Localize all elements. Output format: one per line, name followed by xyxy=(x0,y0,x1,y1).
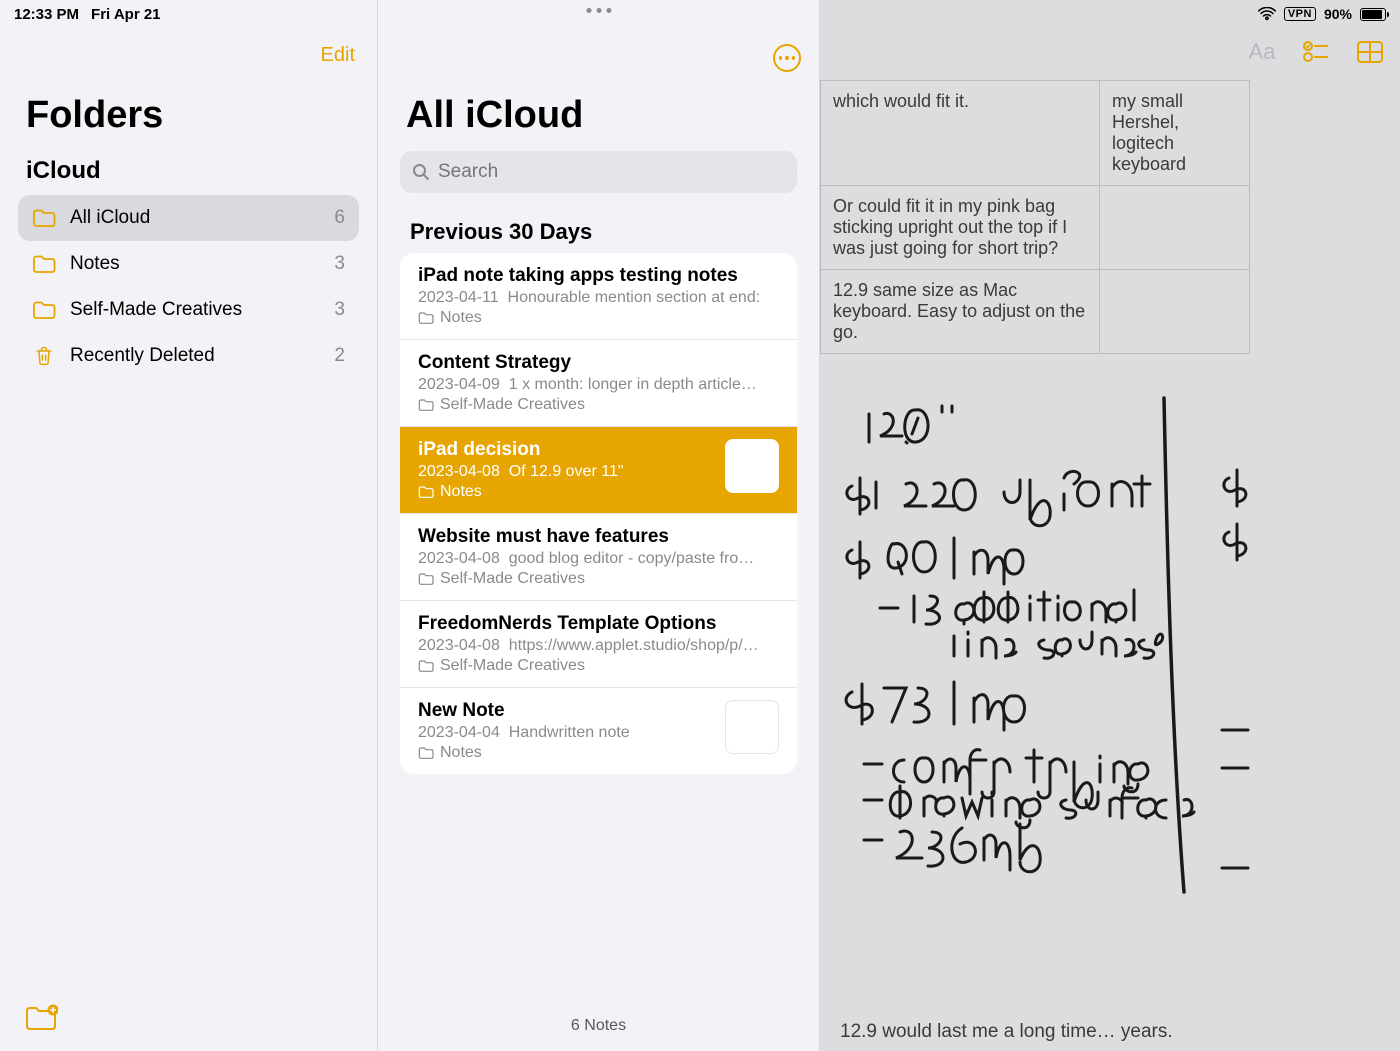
status-date: Fri Apr 21 xyxy=(91,6,160,23)
notes-section-header: Previous 30 Days xyxy=(378,209,819,253)
folder-count: 3 xyxy=(334,253,345,275)
handwriting-area[interactable] xyxy=(834,392,1400,932)
table-row[interactable]: Or could fit it in my pink bag sticking … xyxy=(821,186,1250,270)
status-time: 12:33 PM xyxy=(14,6,79,23)
note-meta: 2023-04-08 https://www.applet.studio/sho… xyxy=(418,637,779,655)
note-item[interactable]: iPad decision 2023-04-08 Of 12.9 over 11"… xyxy=(400,427,797,514)
folder-label: Notes xyxy=(70,253,120,275)
notes-toolbar xyxy=(773,40,801,76)
table-cell[interactable]: Or could fit it in my pink bag sticking … xyxy=(821,186,1100,270)
table-cell[interactable]: 12.9 same size as Mac keyboard. Easy to … xyxy=(821,270,1100,354)
folder-row-recently-deleted[interactable]: Recently Deleted 2 xyxy=(18,333,359,379)
folder-count: 6 xyxy=(334,207,345,229)
note-item[interactable]: New Note 2023-04-04 Handwritten note Notes xyxy=(400,688,797,774)
search-icon xyxy=(412,163,430,181)
wifi-icon xyxy=(1258,7,1276,21)
folder-count: 2 xyxy=(334,345,345,367)
table-cell[interactable] xyxy=(1100,270,1250,354)
status-bar: 12:33 PM Fri Apr 21 VPN 90% xyxy=(0,0,1400,28)
note-meta: 2023-04-08 good blog editor - copy/paste… xyxy=(418,550,779,568)
note-folder: Self-Made Creatives xyxy=(418,570,779,588)
folder-row-notes[interactable]: Notes 3 xyxy=(18,241,359,287)
edit-button[interactable]: Edit xyxy=(321,44,355,67)
folder-label: Self-Made Creatives xyxy=(70,299,242,321)
note-item[interactable]: FreedomNerds Template Options 2023-04-08 … xyxy=(400,601,797,688)
table-cell[interactable]: my small Hershel, logitech keyboard xyxy=(1100,81,1250,186)
note-meta: 2023-04-11 Honourable mention section at… xyxy=(418,289,779,307)
status-left: 12:33 PM Fri Apr 21 xyxy=(14,6,161,23)
folders-panel: Edit Folders iCloud All iCloud6Notes3Sel… xyxy=(0,0,378,1051)
notes-count: 6 Notes xyxy=(378,867,819,1051)
notes-panel: All iCloud Previous 30 Days iPad note ta… xyxy=(378,0,820,1051)
battery-icon xyxy=(1360,8,1386,21)
table-row[interactable]: which would fit it.my small Hershel, log… xyxy=(821,81,1250,186)
folder-icon xyxy=(32,208,56,228)
note-detail-panel: Aa which would fit it.my small Hershel, … xyxy=(820,0,1400,1051)
note-meta: 2023-04-08 Of 12.9 over 11" xyxy=(418,463,715,481)
note-item[interactable]: iPad note taking apps testing notes 2023-… xyxy=(400,253,797,340)
note-title: iPad decision xyxy=(418,439,715,461)
detail-toolbar: Aa xyxy=(1248,40,1384,64)
checklist-button[interactable] xyxy=(1302,40,1330,64)
folder-row-all-icloud[interactable]: All iCloud 6 xyxy=(18,195,359,241)
folder-icon xyxy=(32,254,56,274)
note-table[interactable]: which would fit it.my small Hershel, log… xyxy=(820,80,1250,354)
search-input[interactable] xyxy=(438,161,785,183)
search-field[interactable] xyxy=(400,151,797,193)
folder-icon xyxy=(32,300,56,320)
note-title: Content Strategy xyxy=(418,352,779,374)
folder-count: 3 xyxy=(334,299,345,321)
table-cell[interactable] xyxy=(1100,186,1250,270)
note-title: FreedomNerds Template Options xyxy=(418,613,779,635)
notes-title: All iCloud xyxy=(378,40,819,151)
folder-label: All iCloud xyxy=(70,207,150,229)
note-thumbnail xyxy=(725,439,779,493)
account-label: iCloud xyxy=(0,153,377,195)
note-title: New Note xyxy=(418,700,715,722)
note-meta: 2023-04-09 1 x month: longer in depth ar… xyxy=(418,376,779,394)
trash-icon xyxy=(32,346,56,366)
note-folder: Self-Made Creatives xyxy=(418,396,779,414)
note-footer-text: 12.9 would last me a long time… years. xyxy=(840,1021,1173,1043)
note-title: Website must have features xyxy=(418,526,779,548)
table-row[interactable]: 12.9 same size as Mac keyboard. Easy to … xyxy=(821,270,1250,354)
text-format-button[interactable]: Aa xyxy=(1248,40,1276,64)
table-cell[interactable]: which would fit it. xyxy=(821,81,1100,186)
note-meta: 2023-04-04 Handwritten note xyxy=(418,724,715,742)
note-item[interactable]: Website must have features 2023-04-08 goo… xyxy=(400,514,797,601)
vpn-badge: VPN xyxy=(1284,7,1316,21)
note-thumbnail xyxy=(725,700,779,754)
status-right: VPN 90% xyxy=(1258,6,1386,22)
folder-list: All iCloud 6 Notes 3 Self-Made Creatives 3 Rec… xyxy=(0,195,377,379)
note-item[interactable]: Content Strategy 2023-04-09 1 x month: lo… xyxy=(400,340,797,427)
more-options-button[interactable] xyxy=(773,44,801,72)
note-folder: Self-Made Creatives xyxy=(418,657,779,675)
battery-percent: 90% xyxy=(1324,6,1352,22)
notes-list: iPad note taking apps testing notes 2023-… xyxy=(400,253,797,774)
folder-row-self-made-creatives[interactable]: Self-Made Creatives 3 xyxy=(18,287,359,333)
note-folder: Notes xyxy=(418,309,779,327)
table-button[interactable] xyxy=(1356,40,1384,64)
folder-label: Recently Deleted xyxy=(70,345,215,367)
note-folder: Notes xyxy=(418,483,715,501)
new-folder-button[interactable] xyxy=(24,1003,58,1033)
note-folder: Notes xyxy=(418,744,715,762)
note-title: iPad note taking apps testing notes xyxy=(418,265,779,287)
